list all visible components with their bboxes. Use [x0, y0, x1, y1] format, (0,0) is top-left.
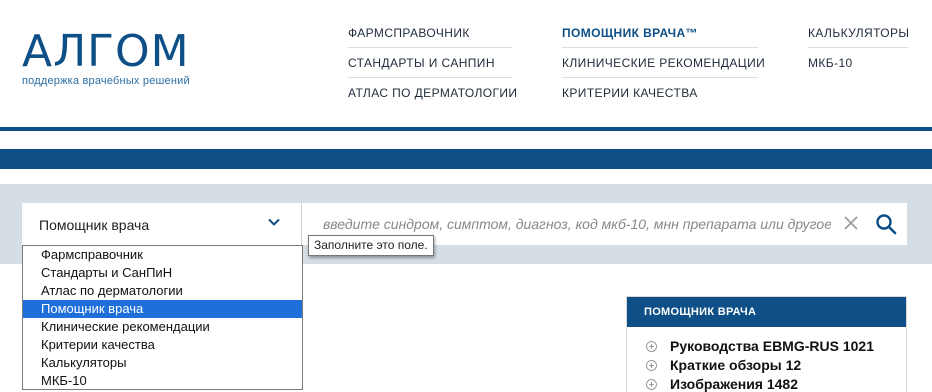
dropdown-option[interactable]: Стандарты и СанПиН: [23, 264, 302, 282]
panel-item[interactable]: Руководства EBMG-RUS 1021: [627, 337, 906, 356]
plus-circle-icon[interactable]: [646, 379, 657, 390]
panel-item-label: Изображения 1482: [670, 376, 799, 392]
dropdown-option[interactable]: Атлас по дерматологии: [23, 282, 302, 300]
doctor-assistant-panel: ПОМОЩНИК ВРАЧА Руководства EBMG-RUS 1021…: [626, 296, 907, 392]
nav-link-doctor-assistant[interactable]: ПОМОЩНИК ВРАЧА™: [562, 18, 758, 48]
logo-wordmark: АЛГОМ: [22, 26, 190, 77]
panel-list: Руководства EBMG-RUS 1021 Краткие обзоры…: [627, 327, 906, 392]
nav-link-clinical-guidelines[interactable]: КЛИНИЧЕСКИЕ РЕКОМЕНДАЦИИ: [562, 48, 765, 78]
nav-link-dermatology-atlas[interactable]: АТЛАС ПО ДЕРМАТОЛОГИИ: [348, 78, 517, 108]
panel-title: ПОМОЩНИК ВРАЧА: [627, 297, 906, 327]
panel-item-label: Краткие обзоры 12: [670, 357, 802, 373]
nav-link-quality-criteria[interactable]: КРИТЕРИИ КАЧЕСТВА: [562, 78, 758, 108]
plus-circle-icon[interactable]: [646, 341, 657, 352]
nav-link-pharma[interactable]: ФАРМСПРАВОЧНИК: [348, 18, 512, 48]
nav-column-3: КАЛЬКУЛЯТОРЫ МКБ-10: [808, 18, 909, 78]
dropdown-option[interactable]: Клинические рекомендации: [23, 318, 302, 336]
dropdown-option-selected[interactable]: Помощник врача: [23, 300, 302, 318]
dropdown-option[interactable]: Критерии качества: [23, 336, 302, 354]
page: АЛГОМ поддержка врачебных решений ФАРМСП…: [0, 0, 932, 392]
chevron-down-icon: [268, 218, 280, 226]
nav-column-2: ПОМОЩНИК ВРАЧА™ КЛИНИЧЕСКИЕ РЕКОМЕНДАЦИИ…: [562, 18, 765, 108]
nav-column-1: ФАРМСПРАВОЧНИК СТАНДАРТЫ И САНПИН АТЛАС …: [348, 18, 517, 108]
close-icon[interactable]: [843, 215, 859, 231]
category-select-value: Помощник врача: [39, 217, 150, 233]
nav-link-calculators[interactable]: КАЛЬКУЛЯТОРЫ: [808, 18, 909, 48]
panel-item[interactable]: Краткие обзоры 12: [627, 356, 906, 375]
plus-circle-icon[interactable]: [646, 360, 657, 371]
category-select[interactable]: Помощник врача: [22, 203, 302, 245]
dropdown-option[interactable]: МКБ-10: [23, 372, 302, 390]
validation-tooltip: Заполните это поле.: [308, 235, 434, 256]
logo-tagline: поддержка врачебных решений: [22, 75, 190, 87]
dropdown-option[interactable]: Фармсправочник: [23, 246, 302, 264]
panel-item-label: Руководства EBMG-RUS 1021: [670, 338, 874, 354]
header-band: [0, 149, 932, 169]
nav-link-icd10[interactable]: МКБ-10: [808, 48, 908, 78]
header-divider: [0, 127, 932, 131]
panel-item[interactable]: Изображения 1482: [627, 375, 906, 392]
nav-link-standards[interactable]: СТАНДАРТЫ И САНПИН: [348, 48, 512, 78]
category-dropdown-list: Фармсправочник Стандарты и СанПиН Атлас …: [22, 245, 303, 390]
search-input[interactable]: [323, 213, 831, 235]
dropdown-option[interactable]: Калькуляторы: [23, 354, 302, 372]
logo[interactable]: АЛГОМ поддержка врачебных решений: [22, 30, 222, 90]
search-icon[interactable]: [875, 213, 897, 235]
